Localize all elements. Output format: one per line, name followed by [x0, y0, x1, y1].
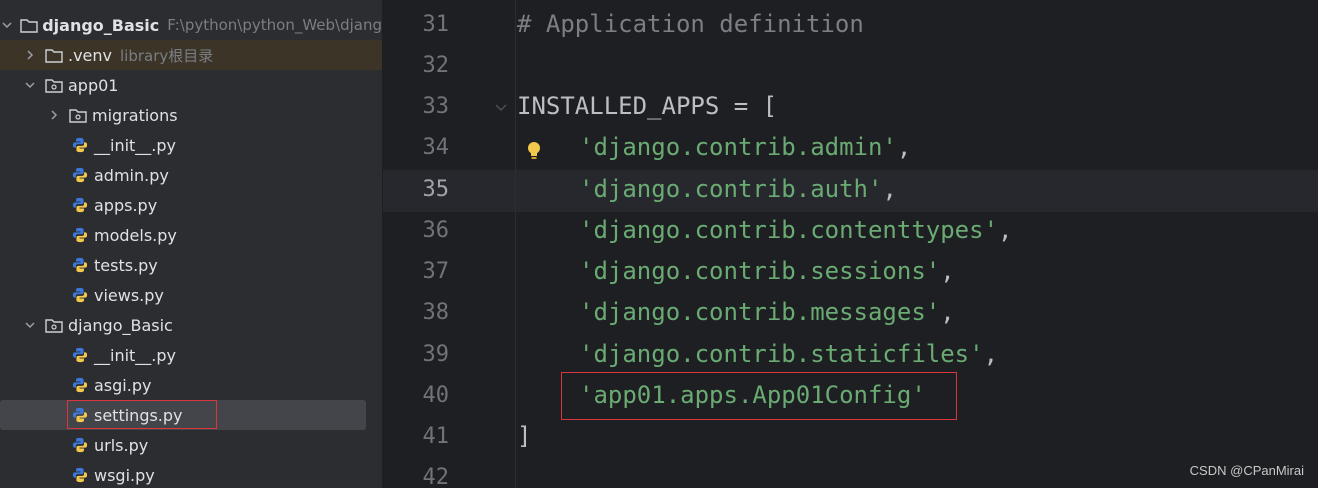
python-file-icon [70, 466, 90, 484]
tree-item-root[interactable]: django_Basic F:\python\python_Web\djang [0, 10, 382, 40]
tree-item-label: django_Basic [42, 15, 160, 35]
chevron-right-icon[interactable] [22, 47, 38, 63]
tree-item-file[interactable]: urls.py [0, 430, 382, 460]
gutter-separator [515, 0, 516, 488]
code-line-33: INSTALLED_APPS = [ [517, 92, 778, 120]
comma: , [882, 175, 897, 203]
python-file-icon [70, 286, 90, 304]
string-literal: 'django.contrib.auth' [579, 175, 883, 203]
code-highlight-box [561, 372, 957, 420]
comma: , [940, 257, 955, 285]
tree-item-file[interactable]: asgi.py [0, 370, 382, 400]
comma: , [896, 133, 912, 161]
line-number: 39 [422, 342, 450, 367]
tree-item-label: urls.py [94, 435, 149, 455]
tree-item-label: admin.py [94, 165, 169, 185]
python-file-icon [70, 226, 90, 244]
tree-item-label: __init__.py [94, 345, 177, 365]
tree-item-file[interactable]: tests.py [0, 250, 382, 280]
tree-item-file[interactable]: __init__.py [0, 340, 382, 370]
code-line-37: 'django.contrib.sessions', [579, 257, 955, 285]
settings-highlight-box [67, 400, 217, 429]
tree-item-label: tests.py [94, 255, 158, 275]
tree-item-app01[interactable]: app01 [0, 70, 382, 100]
python-file-icon [70, 346, 90, 364]
tree-item-migrations[interactable]: migrations [0, 100, 382, 130]
tree-item-file[interactable]: __init__.py [0, 130, 382, 160]
string-literal: 'django.contrib.sessions' [579, 257, 941, 285]
chevron-down-icon[interactable] [22, 77, 38, 93]
line-number: 32 [422, 53, 450, 78]
package-folder-icon [44, 76, 64, 94]
string-literal: 'django.contrib.messages' [579, 298, 941, 326]
tree-item-file[interactable]: apps.py [0, 190, 382, 220]
watermark: CSDN @CPanMirai [1189, 463, 1304, 478]
python-file-icon [70, 196, 90, 214]
tree-item-label: apps.py [94, 195, 158, 215]
code-line-31: # Application definition [517, 10, 864, 38]
tree-item-file[interactable]: admin.py [0, 160, 382, 190]
code-line-36: 'django.contrib.contenttypes', [579, 216, 1012, 244]
code-line-39: 'django.contrib.staticfiles', [579, 340, 998, 368]
lightbulb-icon[interactable] [525, 140, 543, 162]
library-root-hint: library根目录 [120, 46, 214, 65]
string-literal: 'django.contrib.admin' [579, 133, 897, 161]
python-file-icon [70, 256, 90, 274]
tree-item-label: .venv [68, 45, 113, 65]
code-line-35: 'django.contrib.auth', [579, 175, 897, 203]
line-number: 36 [422, 218, 450, 243]
chevron-down-icon[interactable] [0, 17, 14, 33]
tree-item-django-basic-package[interactable]: django_Basic [0, 310, 382, 340]
line-number-gutter: 31 32 33 34 35 36 37 38 39 40 41 42 [383, 0, 515, 488]
string-literal: 'django.contrib.contenttypes' [579, 216, 999, 244]
python-file-icon [70, 166, 90, 184]
code-line-38: 'django.contrib.messages', [579, 298, 955, 326]
project-path: F:\python\python_Web\djang [167, 16, 382, 34]
fold-chevron-icon[interactable] [493, 99, 509, 115]
tree-item-venv[interactable]: .venv library根目录 [0, 40, 382, 70]
chevron-down-icon[interactable] [22, 317, 38, 333]
line-number-current: 35 [422, 177, 450, 202]
line-number: 34 [422, 135, 450, 160]
comma: , [983, 340, 999, 368]
string-literal: 'django.contrib.staticfiles' [579, 340, 984, 368]
ide-window: django_Basic F:\python\python_Web\djang … [0, 0, 1318, 488]
python-file-icon [70, 136, 90, 154]
comma: , [998, 216, 1013, 244]
tree-item-label: views.py [94, 285, 164, 305]
folder-icon [44, 46, 64, 64]
tree-item-file[interactable]: models.py [0, 220, 382, 250]
python-file-icon [70, 376, 90, 394]
line-number: 38 [422, 300, 450, 325]
code-editor[interactable]: 31 32 33 34 35 36 37 38 39 40 41 42 # Ap… [383, 0, 1318, 488]
line-number: 37 [422, 259, 450, 284]
package-folder-icon [44, 316, 64, 334]
project-tree: django_Basic F:\python\python_Web\djang … [0, 0, 383, 488]
line-number: 31 [422, 12, 450, 37]
tree-item-label: wsgi.py [94, 465, 155, 485]
tree-item-label: models.py [94, 225, 177, 245]
tree-item-label: migrations [92, 105, 178, 125]
tree-item-file[interactable]: wsgi.py [0, 460, 382, 488]
tree-item-label: __init__.py [94, 135, 177, 155]
tree-item-label: asgi.py [94, 375, 152, 395]
tree-item-label: app01 [68, 75, 119, 95]
line-number: 33 [422, 94, 450, 119]
tree-item-file[interactable]: views.py [0, 280, 382, 310]
comma: , [940, 298, 955, 326]
folder-icon [20, 16, 38, 34]
tree-item-label: django_Basic [68, 315, 173, 335]
code-line-41: ] [517, 422, 532, 450]
line-number: 41 [422, 424, 450, 449]
python-file-icon [70, 436, 90, 454]
line-number: 40 [422, 383, 450, 408]
chevron-right-icon[interactable] [46, 107, 62, 123]
package-folder-icon [68, 106, 88, 124]
code-line-34: 'django.contrib.admin', [579, 133, 911, 161]
line-number: 42 [422, 465, 450, 488]
